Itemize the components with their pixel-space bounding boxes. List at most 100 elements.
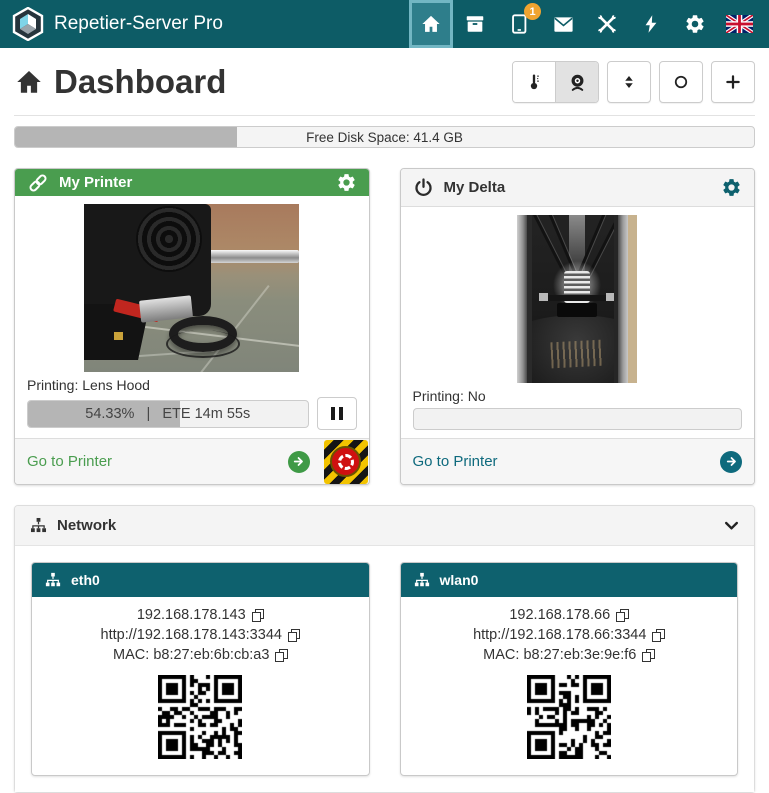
network-card-body: 192.168.178.143 http://192.168.178.143:3… [32, 597, 369, 775]
server-url: http://192.168.178.66:3344 [473, 625, 646, 645]
server-url: http://192.168.178.143:3344 [101, 625, 282, 645]
copy-icon[interactable] [652, 629, 664, 642]
copy-icon[interactable] [252, 609, 264, 622]
copy-icon[interactable] [275, 649, 287, 662]
go-to-printer-link[interactable]: Go to Printer [27, 453, 112, 470]
thermometer-icon [524, 71, 544, 93]
network-card-eth0: eth0 192.168.178.143 http://192.168.178.… [31, 562, 370, 776]
print-box-icon [464, 13, 486, 35]
webcam-icon [567, 72, 588, 93]
sitemap-icon [29, 516, 48, 535]
lightning-bolt-icon [641, 13, 661, 35]
gear-icon [684, 13, 706, 35]
webcam-art [614, 215, 618, 383]
arrow-circle-icon[interactable] [288, 451, 310, 473]
printer-card-footer: Go to Printer [401, 438, 755, 484]
webcam-art [196, 250, 299, 263]
network-card-wlan0: wlan0 192.168.178.66 http://192.168.178.… [400, 562, 739, 776]
qr-code [42, 675, 359, 759]
pause-button[interactable] [317, 397, 357, 430]
page-title: Dashboard [14, 63, 226, 101]
circle-icon [672, 73, 690, 91]
power-icon [413, 177, 434, 198]
network-title: Network [57, 517, 116, 534]
sitemap-icon [44, 571, 62, 589]
print-progress-label: 54.33% | ETE 14m 55s [28, 401, 308, 427]
nav-home-button[interactable] [409, 0, 453, 48]
add-button[interactable] [711, 61, 755, 103]
printer-cards-row: My Printer Printing: [14, 168, 755, 485]
printer-name: My Delta [444, 179, 506, 196]
page-header: Dashboard [0, 48, 769, 103]
webcam-preview-my-printer[interactable] [84, 204, 299, 372]
navbar-icons: 1 [409, 0, 761, 48]
plus-icon [724, 73, 742, 91]
brand[interactable]: Repetier-Server Pro [12, 0, 223, 48]
webcam-preview-my-delta[interactable] [517, 215, 637, 383]
print-progress-bar [413, 408, 743, 430]
home-icon-dark [14, 67, 44, 97]
uk-flag-icon [726, 15, 753, 33]
nav-tools-button[interactable] [585, 0, 629, 48]
print-progress-bar: 54.33% | ETE 14m 55s [27, 400, 309, 428]
qr-code-canvas [527, 675, 611, 759]
free-disk-space-bar: Free Disk Space: 41.4 GB [14, 126, 755, 148]
webcam-art [166, 330, 240, 358]
url-line: http://192.168.178.143:3344 [42, 625, 359, 645]
network-panel: Network eth0 [14, 505, 755, 793]
header-divider [14, 115, 755, 116]
webcam-art [527, 215, 532, 383]
progress-row: 54.33% | ETE 14m 55s [27, 397, 357, 430]
printer-name: My Printer [59, 174, 132, 191]
notification-badge: 1 [524, 3, 541, 20]
repetier-logo-icon [12, 7, 44, 41]
progress-row [413, 408, 743, 430]
nav-language-button[interactable] [717, 0, 761, 48]
ip-line: 192.168.178.143 [42, 605, 359, 625]
brand-title: Repetier-Server Pro [54, 13, 223, 35]
rotate-arrows-icon [338, 454, 354, 470]
go-to-printer-link[interactable]: Go to Printer [413, 453, 498, 470]
nav-print-queue-button[interactable] [453, 0, 497, 48]
webcam-art [114, 332, 123, 340]
printer-card-body: Printing: Lens Hood 54.33% | ETE 14m 55s [15, 196, 369, 438]
temperature-view-button[interactable] [513, 62, 555, 102]
circle-button[interactable] [659, 61, 703, 103]
nav-settings-button[interactable] [673, 0, 717, 48]
arrow-circle-icon[interactable] [720, 451, 742, 473]
link-chain-icon [27, 172, 49, 194]
webcam-art [557, 303, 597, 317]
printer-card-footer: Go to Printer [15, 438, 369, 484]
chevron-down-icon[interactable] [723, 517, 740, 534]
emergency-stop-icon [330, 446, 361, 477]
mac-line: MAC: b8:27:eb:3e:9e:f6 [411, 645, 728, 665]
qr-code [411, 675, 728, 759]
network-card-body: 192.168.178.66 http://192.168.178.66:334… [401, 597, 738, 775]
nav-power-button[interactable] [629, 0, 673, 48]
ip-line: 192.168.178.66 [411, 605, 728, 625]
mac-address: MAC: b8:27:eb:6b:cb:a3 [113, 645, 269, 665]
printer-card-header: My Printer [15, 169, 369, 196]
copy-icon[interactable] [616, 609, 628, 622]
nav-devices-button[interactable]: 1 [497, 0, 541, 48]
url-line: http://192.168.178.66:3344 [411, 625, 728, 645]
interface-name: wlan0 [440, 572, 479, 588]
copy-icon[interactable] [288, 629, 300, 642]
network-card-header: wlan0 [401, 563, 738, 597]
webcam-art [136, 206, 202, 272]
printer-settings-gear-icon[interactable] [721, 177, 742, 198]
mac-address: MAC: b8:27:eb:3e:9e:f6 [483, 645, 636, 665]
interface-name: eth0 [71, 572, 100, 588]
emergency-stop-button[interactable] [324, 440, 368, 484]
mac-line: MAC: b8:27:eb:6b:cb:a3 [42, 645, 359, 665]
network-panel-body: eth0 192.168.178.143 http://192.168.178.… [15, 545, 754, 792]
nav-messages-button[interactable] [541, 0, 585, 48]
webcam-view-button[interactable] [555, 62, 598, 102]
printer-settings-gear-icon[interactable] [336, 172, 357, 193]
header-buttons [512, 61, 755, 103]
webcam-art [628, 215, 637, 383]
print-progress-label [414, 409, 742, 429]
copy-icon[interactable] [642, 649, 654, 662]
sort-button[interactable] [607, 61, 651, 103]
network-panel-header[interactable]: Network [15, 506, 754, 545]
